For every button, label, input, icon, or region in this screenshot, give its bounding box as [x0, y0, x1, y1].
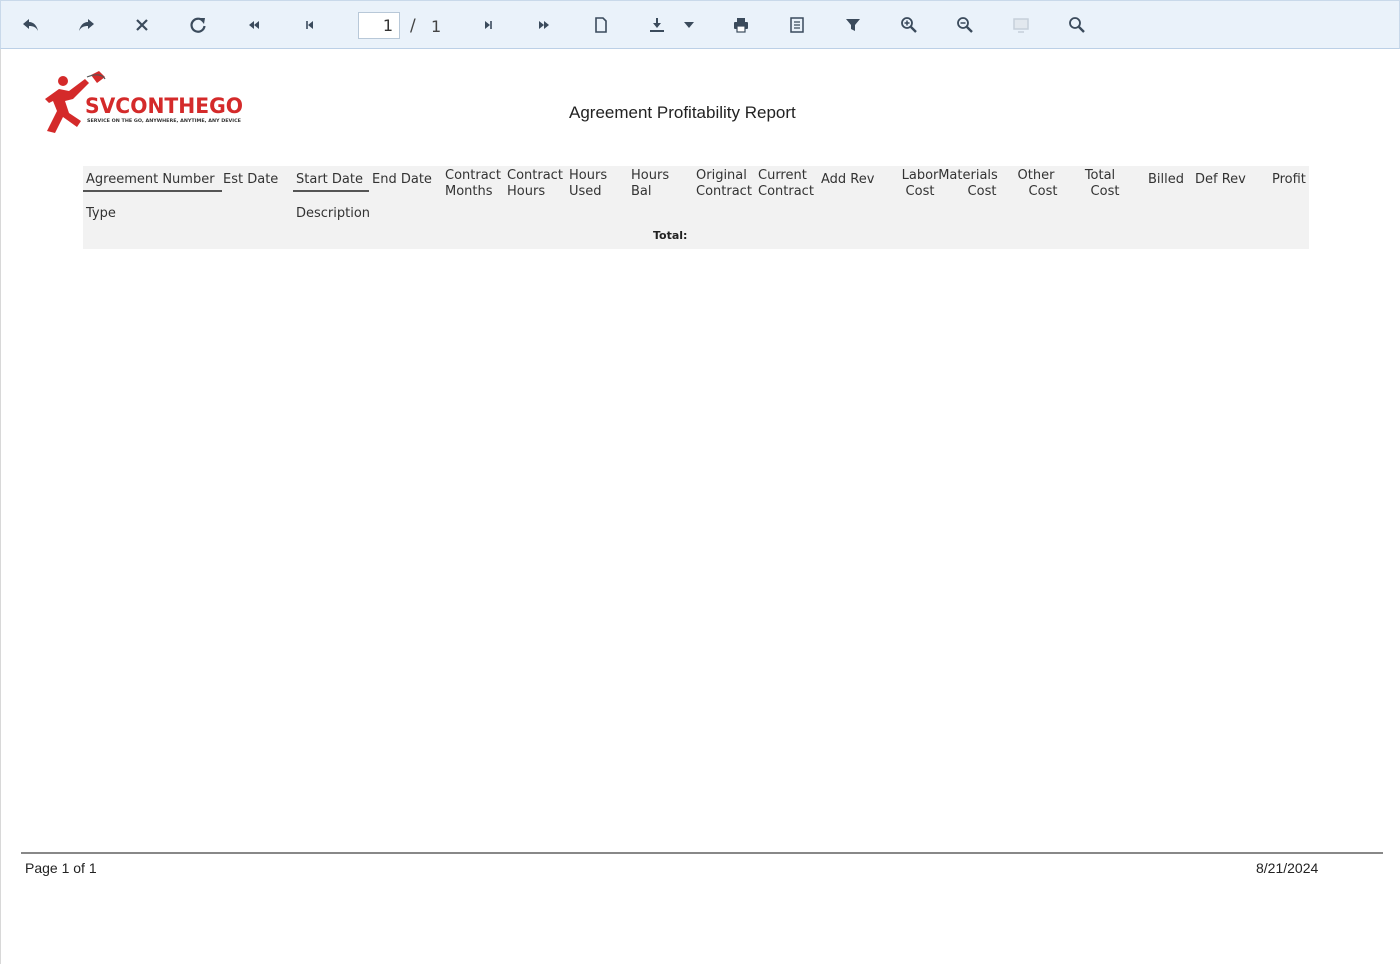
col-agreement-number: Agreement Number	[83, 172, 222, 192]
footer-date: 8/21/2024	[1256, 860, 1319, 876]
dropdown-caret-icon	[684, 22, 694, 28]
col-type: Type	[86, 206, 116, 221]
zoom-out-button[interactable]	[949, 9, 981, 41]
zoom-in-button[interactable]	[893, 9, 925, 41]
close-button[interactable]	[126, 9, 158, 41]
filter-button[interactable]	[837, 9, 869, 41]
export-icon	[650, 18, 664, 32]
col-start-date: Start Date	[293, 172, 369, 192]
report-table-header: Agreement Number Est Date Start Date End…	[83, 166, 1309, 249]
export-button[interactable]	[641, 9, 673, 41]
export-dropdown-button[interactable]	[675, 9, 703, 41]
search-icon	[1069, 17, 1085, 33]
col-profit: Profit	[1272, 172, 1306, 187]
refresh-button[interactable]	[182, 9, 214, 41]
forward-button[interactable]	[70, 9, 102, 41]
col-hours-bal: Hours Bal	[631, 168, 670, 199]
company-logo: SVCONTHEGO SERVICE ON THE GO, ANYWHERE, …	[45, 71, 243, 133]
total-label: Total:	[653, 229, 688, 242]
col-billed: Billed	[1148, 172, 1185, 187]
previous-page-button[interactable]	[294, 9, 326, 41]
print-layout-icon	[790, 17, 804, 33]
col-est-date: Est Date	[223, 172, 279, 187]
col-end-date: End Date	[372, 172, 432, 187]
previous-page-icon	[306, 21, 313, 29]
back-button[interactable]	[15, 9, 47, 41]
next-page-icon	[485, 21, 492, 29]
col-contract-hours: Contract Hours	[507, 168, 563, 199]
col-other-cost: Other Cost	[1017, 168, 1058, 199]
last-page-icon	[539, 21, 549, 29]
fit-page-icon	[1013, 18, 1029, 33]
col-description: Description	[296, 206, 371, 221]
col-materials-cost: Materials Cost	[938, 168, 998, 199]
logo-tagline: SERVICE ON THE GO, ANYWHERE, ANYTIME, AN…	[87, 118, 241, 123]
col-def-rev: Def Rev	[1195, 172, 1246, 187]
print-layout-button[interactable]	[781, 9, 813, 41]
report-viewer-toolbar: / 1	[0, 0, 1400, 49]
first-page-icon	[249, 21, 259, 29]
print-icon	[734, 18, 748, 33]
col-add-rev: Add Rev	[821, 172, 875, 187]
document-icon	[595, 17, 607, 33]
page-number-input[interactable]	[358, 12, 400, 39]
col-total-cost: Total Cost	[1084, 168, 1120, 199]
col-contract-months: Contract Months	[445, 168, 501, 199]
zoom-in-icon	[901, 17, 917, 33]
forward-icon	[79, 19, 94, 31]
next-page-button[interactable]	[472, 9, 504, 41]
filter-icon	[846, 19, 860, 31]
fit-page-button[interactable]	[1005, 9, 1037, 41]
last-page-button[interactable]	[528, 9, 560, 41]
footer-divider	[21, 852, 1383, 854]
close-icon	[136, 19, 148, 31]
refresh-icon	[190, 17, 206, 33]
search-button[interactable]	[1061, 9, 1093, 41]
print-button[interactable]	[725, 9, 757, 41]
page-separator: /	[410, 16, 416, 36]
back-icon	[23, 19, 38, 31]
logo-wordmark: SVCONTHEGO	[85, 94, 243, 118]
page-total-count: 1	[431, 17, 442, 36]
footer-page-number: Page 1 of 1	[25, 860, 97, 876]
document-button[interactable]	[585, 9, 617, 41]
report-title: Agreement Profitability Report	[569, 103, 796, 122]
report-page: SVCONTHEGO SERVICE ON THE GO, ANYWHERE, …	[0, 49, 1400, 964]
col-hours-used: Hours Used	[569, 168, 608, 199]
zoom-out-icon	[957, 17, 973, 33]
col-current-contract: Current Contract	[758, 168, 814, 199]
col-original-contract: Original Contract	[696, 168, 752, 199]
first-page-button[interactable]	[238, 9, 270, 41]
